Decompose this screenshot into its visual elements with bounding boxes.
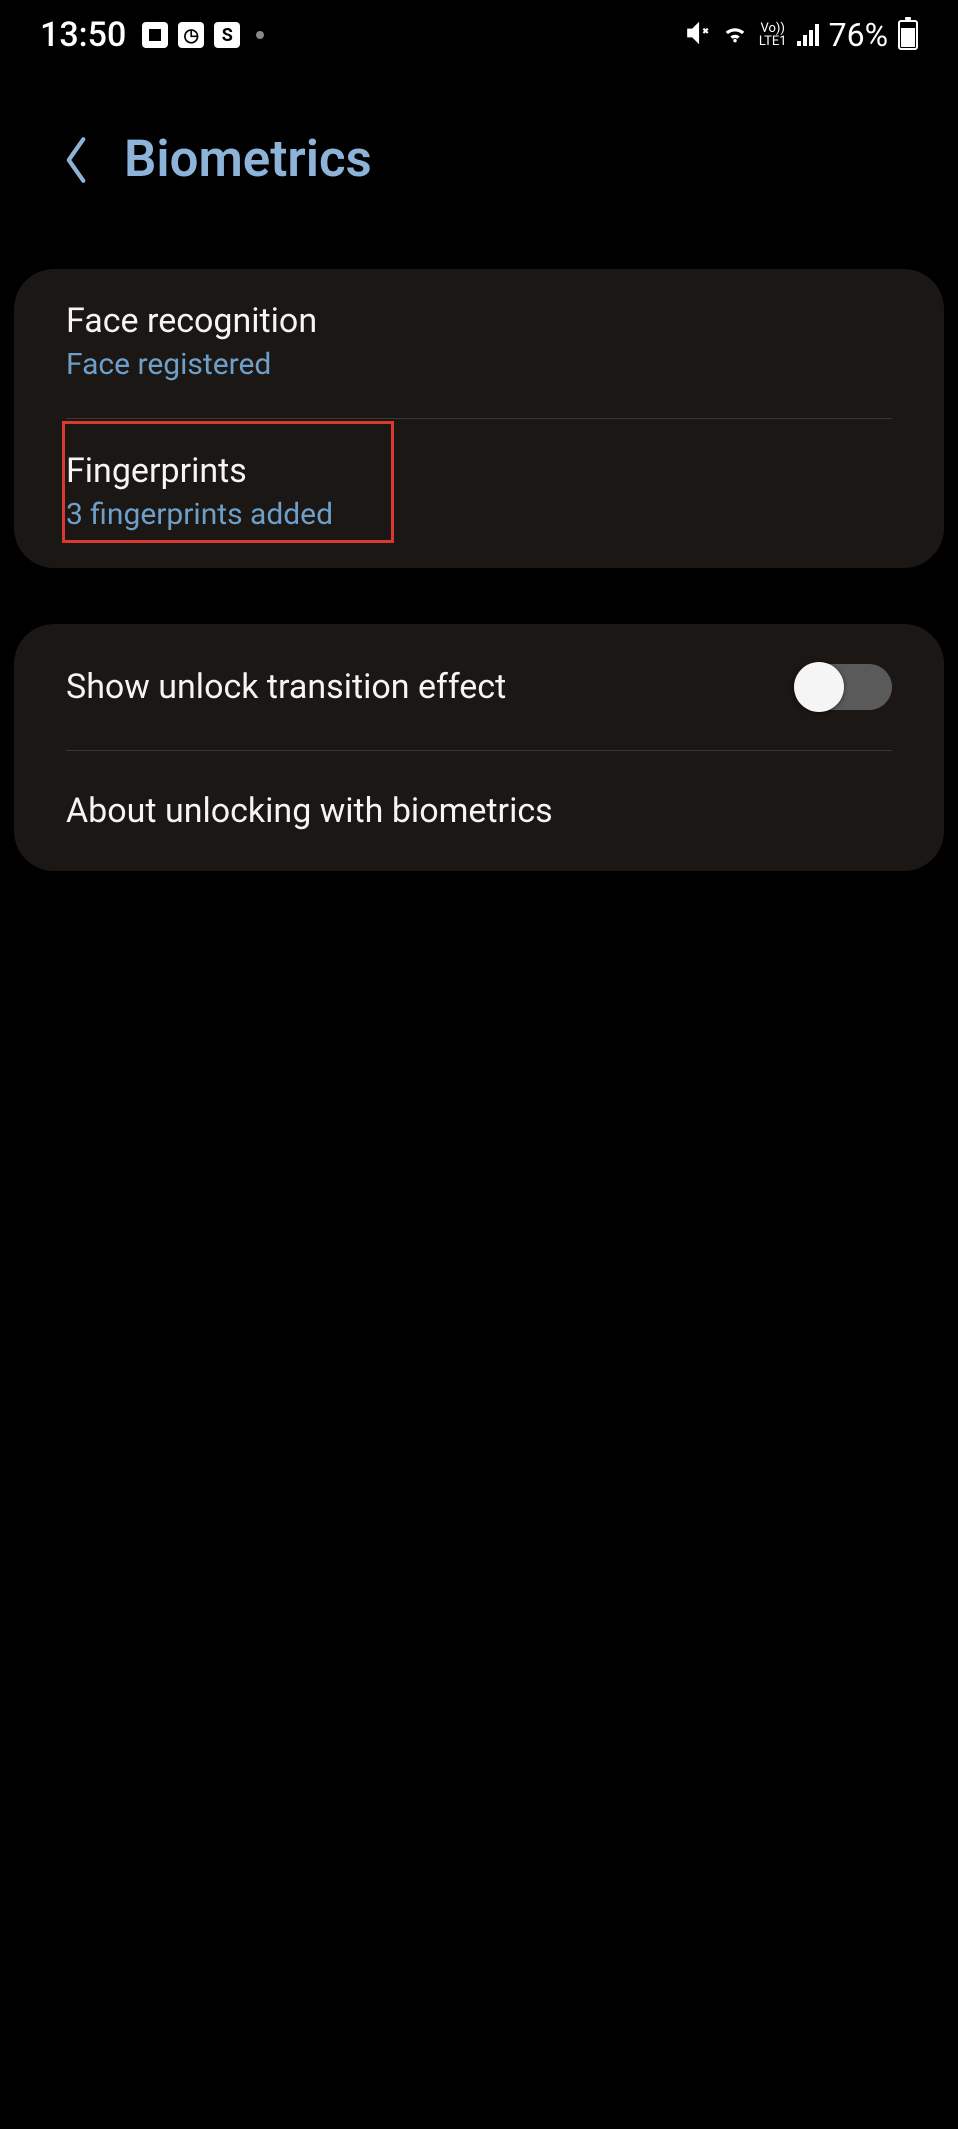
about-biometrics-item[interactable]: About unlocking with biometrics [14, 751, 944, 871]
fingerprints-item[interactable]: Fingerprints 3 fingerprints added [14, 419, 944, 568]
about-biometrics-title: About unlocking with biometrics [66, 791, 553, 831]
status-left: 13:50 ◷ S [40, 15, 264, 55]
face-recognition-item[interactable]: Face recognition Face registered [14, 269, 944, 418]
fingerprints-title: Fingerprints [66, 451, 892, 491]
fingerprints-sub: 3 fingerprints added [66, 497, 892, 532]
page-header: Biometrics [0, 70, 958, 269]
battery-percent: 76% [829, 16, 888, 54]
signal-icon [797, 24, 819, 46]
transition-effect-title: Show unlock transition effect [66, 667, 506, 707]
options-card: Show unlock transition effect About unlo… [14, 624, 944, 871]
mute-vibrate-icon [685, 20, 711, 50]
status-notif-icons: ◷ S [142, 22, 264, 48]
clock-icon: ◷ [178, 22, 204, 48]
page-title: Biometrics [124, 130, 372, 189]
face-recognition-title: Face recognition [66, 301, 892, 341]
wifi-icon [721, 19, 749, 51]
battery-icon [898, 20, 918, 50]
more-dot-icon [256, 31, 264, 39]
image-icon [142, 22, 168, 48]
toggle-knob [794, 662, 844, 712]
status-right: Vo)) LTE1 76% [685, 16, 918, 54]
transition-effect-toggle[interactable] [796, 664, 892, 710]
status-time: 13:50 [40, 15, 126, 55]
app-s-icon: S [214, 22, 240, 48]
status-bar: 13:50 ◷ S Vo)) LTE1 76% [0, 0, 958, 70]
network-type-label: Vo)) LTE1 [759, 22, 787, 48]
face-recognition-sub: Face registered [66, 347, 892, 382]
back-button[interactable] [60, 135, 90, 185]
biometrics-card: Face recognition Face registered Fingerp… [14, 269, 944, 568]
transition-effect-item[interactable]: Show unlock transition effect [14, 624, 944, 750]
